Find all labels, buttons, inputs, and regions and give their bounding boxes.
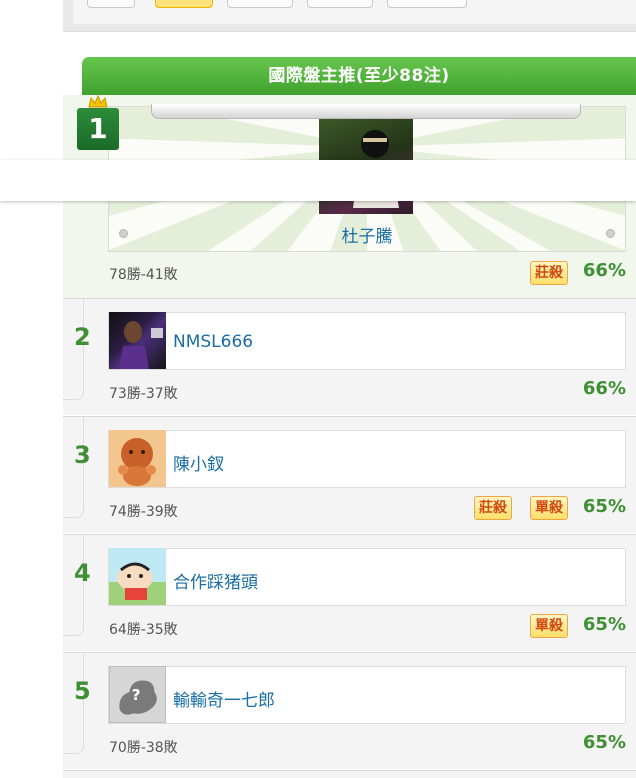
tag-badge: 單殺 <box>530 614 568 638</box>
left-margin <box>0 0 63 777</box>
tag-badge: 莊殺 <box>474 496 512 520</box>
win-rate: 65% <box>582 732 626 753</box>
floating-popup-bar[interactable] <box>0 160 636 201</box>
user-record: 70勝-38敗 <box>109 740 178 756</box>
avatar-art <box>118 438 156 486</box>
user-avatar[interactable] <box>109 548 166 605</box>
top-pick-win-rate: 66% <box>582 260 626 281</box>
win-rate: 65% <box>582 496 626 517</box>
question-avatar-icon[interactable]: ? <box>109 666 166 723</box>
crown-icon <box>88 95 108 108</box>
avatar-art <box>119 321 163 369</box>
avatar-art <box>109 562 166 605</box>
top-pick-name[interactable]: 杜子騰 <box>108 222 626 247</box>
rank-number: 2 <box>74 323 91 351</box>
top-pick-hanger-bar <box>151 104 581 119</box>
filter-button-active[interactable] <box>155 0 213 8</box>
win-rate: 66% <box>582 378 626 399</box>
svg-text:?: ? <box>132 686 141 704</box>
user-record: 73勝-37敗 <box>109 386 178 402</box>
filter-strip-inner <box>73 0 636 24</box>
win-rate: 65% <box>582 614 626 635</box>
user-name[interactable]: NMSL666 <box>173 332 253 352</box>
rank-number: 5 <box>74 677 91 705</box>
avatar-art: ? <box>119 680 157 715</box>
filter-button[interactable] <box>307 0 373 8</box>
user-record: 74勝-39敗 <box>109 504 178 520</box>
rank-number: 3 <box>74 441 91 469</box>
filter-button[interactable] <box>387 0 467 8</box>
tag-badge: 單殺 <box>530 496 568 520</box>
rank-badge-1: 1 <box>77 108 119 150</box>
rank-number: 4 <box>74 559 91 587</box>
user-avatar[interactable] <box>109 430 166 487</box>
section-title: 國際盤主推(至少88注) <box>82 57 636 95</box>
filter-button[interactable] <box>227 0 293 8</box>
user-name[interactable]: 陳小釵 <box>173 450 224 475</box>
user-avatar[interactable] <box>109 312 166 369</box>
user-record: 64勝-35敗 <box>109 622 178 638</box>
user-name[interactable]: 合作踩猪頭 <box>173 568 258 593</box>
user-name[interactable]: 輸輸奇一七郎 <box>173 686 275 711</box>
tag-badge: 莊殺 <box>530 261 568 285</box>
top-pick-record: 78勝-41敗 <box>109 267 178 283</box>
filter-strip <box>63 0 636 32</box>
filter-button[interactable] <box>87 0 135 8</box>
